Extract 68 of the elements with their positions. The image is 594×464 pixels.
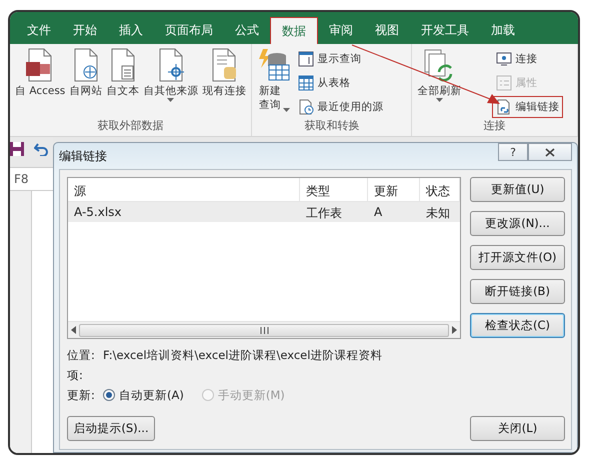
column-header[interactable]: 更新 — [368, 178, 420, 201]
dialog-button[interactable]: 检查状态(C) — [470, 313, 565, 338]
ribbon-tab[interactable]: 公式 — [224, 17, 270, 44]
table-cell-text: 未知 — [425, 205, 451, 222]
close-button[interactable] — [528, 143, 572, 161]
ribbon-button[interactable]: 最近使用的源 — [294, 96, 388, 118]
list-row[interactable]: A-5.xlsx 工作表 A 未知 — [68, 202, 460, 222]
column-header[interactable]: 类型 — [300, 178, 368, 201]
name-box[interactable]: F8 — [10, 167, 53, 191]
caret-icon — [167, 98, 174, 102]
ribbon-button[interactable]: 自网站 — [68, 48, 104, 118]
undo-icon[interactable] — [34, 142, 48, 156]
close-icon — [545, 148, 555, 156]
column-header[interactable]: 状态 — [420, 178, 460, 201]
item-label: 项: — [67, 368, 84, 382]
caret-icon — [436, 98, 443, 102]
query-table-icon — [257, 48, 292, 82]
ribbon-tab[interactable]: 插入 — [108, 17, 154, 44]
close-dialog-button[interactable]: 关闭(L) — [470, 416, 565, 441]
ribbon-tab[interactable]: 数据 — [270, 17, 318, 44]
ribbon-tab[interactable]: 开发工具 — [410, 17, 480, 44]
startup-prompt-button[interactable]: 启动提示(S)... — [67, 416, 155, 441]
table-cell-text: A — [373, 204, 384, 221]
monitor-icon — [496, 51, 512, 67]
save-icon[interactable] — [10, 142, 24, 156]
dialog-button[interactable]: 断开链接(B) — [470, 279, 565, 304]
ribbon-button[interactable]: 编辑链接 — [492, 96, 564, 118]
dialog-button[interactable]: 更新值(U) — [470, 177, 565, 202]
radio-option[interactable]: 自动更新(A) — [103, 388, 184, 402]
table-icon — [298, 75, 314, 91]
ribbon-button[interactable]: 自文本 — [105, 48, 140, 118]
group-label: 连接 — [482, 118, 507, 134]
window-list-icon — [298, 51, 314, 67]
ribbon-button[interactable]: 从表格 — [294, 72, 388, 94]
group-label: 获取外部数据 — [96, 118, 165, 134]
ribbon-button[interactable]: 显示查询 — [294, 48, 388, 70]
caret-icon — [282, 108, 290, 112]
scroll-thumb[interactable] — [79, 324, 449, 336]
table-cell-text: A-5.xlsx — [73, 204, 123, 221]
help-button[interactable]: ? — [498, 143, 528, 161]
update-label: 更新: — [67, 388, 95, 402]
ribbon-button[interactable]: 现有连接 — [201, 48, 248, 118]
ribbon-button[interactable]: 全部刷新 — [416, 48, 462, 118]
horizontal-scrollbar[interactable] — [68, 321, 460, 338]
ribbon-tab[interactable]: 文件 — [16, 17, 62, 44]
ribbon-button[interactable]: 新建查询 — [256, 48, 292, 118]
ribbon-button[interactable]: 自 Access — [14, 48, 66, 118]
column-header[interactable]: 源 — [68, 178, 300, 201]
table-cell-text: 工作表 — [305, 205, 343, 222]
dialog-title: 编辑链接 — [59, 148, 107, 164]
dialog-button[interactable]: 更改源(N)... — [470, 211, 565, 236]
right-arrow-icon[interactable] — [452, 326, 457, 334]
location-label: 位置: — [67, 348, 95, 362]
group-label: 获取和转换 — [303, 118, 360, 134]
document-clock-icon — [298, 99, 314, 115]
grip-icon — [260, 326, 268, 334]
ribbon-tab[interactable]: 页面布局 — [154, 17, 224, 44]
ribbon-tab[interactable]: 开始 — [62, 17, 108, 44]
dialog-button[interactable]: 打开源文件(O) — [470, 245, 565, 270]
ribbon-tab[interactable]: 审阅 — [318, 17, 364, 44]
ribbon-button[interactable]: 连接 — [492, 48, 564, 70]
ribbon-tab[interactable]: 视图 — [364, 17, 410, 44]
ribbon-tab[interactable]: 加载 — [480, 17, 526, 44]
ribbon-button[interactable]: 自其他来源 — [142, 48, 200, 118]
list-icon — [496, 75, 512, 91]
left-arrow-icon[interactable] — [71, 326, 76, 334]
document-link-icon — [496, 99, 512, 115]
location-path: F:\excel培训资料\excel进阶课程\excel进阶课程资料 — [103, 348, 382, 362]
